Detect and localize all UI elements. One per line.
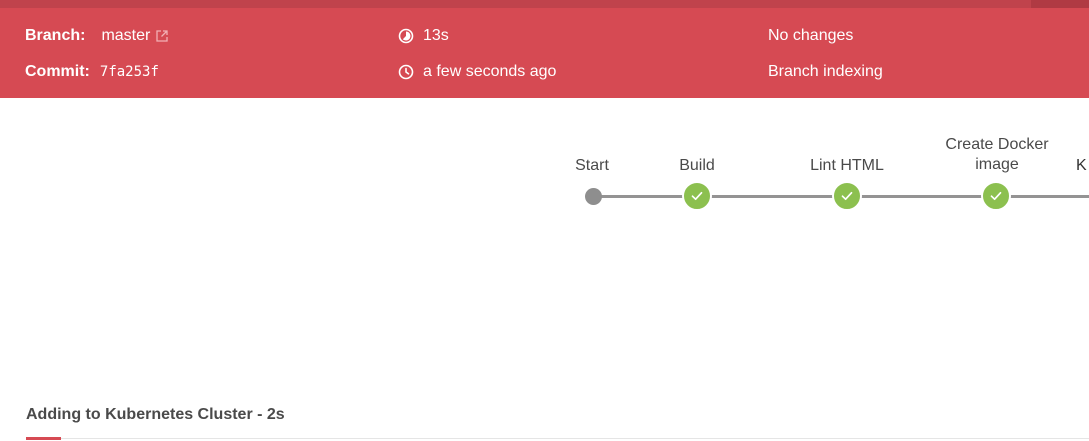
- commit-hash[interactable]: 7fa253f: [100, 64, 159, 80]
- stage-label-start: Start: [575, 157, 609, 174]
- duration-text: 13s: [423, 27, 449, 44]
- cause-row: Branch indexing: [768, 63, 883, 81]
- stage-tabs-divider: [26, 438, 1089, 439]
- check-icon: [990, 191, 1002, 201]
- stage-node-create-docker-image[interactable]: [981, 181, 1011, 211]
- check-icon: [841, 191, 853, 201]
- commit-row: Commit: 7fa253f: [25, 63, 159, 81]
- cause-text: Branch indexing: [768, 63, 883, 80]
- stage-label-lint-html[interactable]: Lint HTML: [787, 156, 907, 176]
- stage-node-build[interactable]: [682, 181, 712, 211]
- stage-label-create-docker-image[interactable]: Create Docker image: [927, 135, 1067, 175]
- stage-label-build[interactable]: Build: [657, 156, 737, 176]
- start-node: [585, 188, 602, 205]
- external-link-icon[interactable]: [155, 29, 169, 43]
- time-ago-text: a few seconds ago: [423, 63, 557, 80]
- stage-node-lint-html[interactable]: [832, 181, 862, 211]
- time-row: a few seconds ago: [398, 63, 556, 81]
- stage-label-create-docker-line1: Create Docker: [945, 136, 1049, 153]
- clock-icon: [398, 64, 414, 80]
- stage-label-create-docker-line2: image: [975, 156, 1019, 173]
- top-strip-tab: [1031, 0, 1089, 8]
- duration-row: 13s: [398, 27, 449, 45]
- branch-label: Branch:: [25, 27, 86, 44]
- selected-stage-title: Adding to Kubernetes Cluster - 2s: [26, 406, 285, 423]
- changes-row: No changes: [768, 27, 853, 45]
- branch-row: Branch: master: [25, 27, 169, 45]
- stage-label-partial[interactable]: K: [1076, 156, 1087, 176]
- active-tab-indicator: [26, 437, 61, 440]
- run-header: Branch: master Commit: 7fa253f 13s a few…: [0, 8, 1089, 98]
- top-strip: [0, 0, 1089, 8]
- branch-link[interactable]: master: [101, 27, 150, 45]
- commit-label: Commit:: [25, 63, 90, 80]
- duration-icon: [398, 28, 414, 44]
- check-icon: [691, 191, 703, 201]
- changes-text: No changes: [768, 27, 854, 44]
